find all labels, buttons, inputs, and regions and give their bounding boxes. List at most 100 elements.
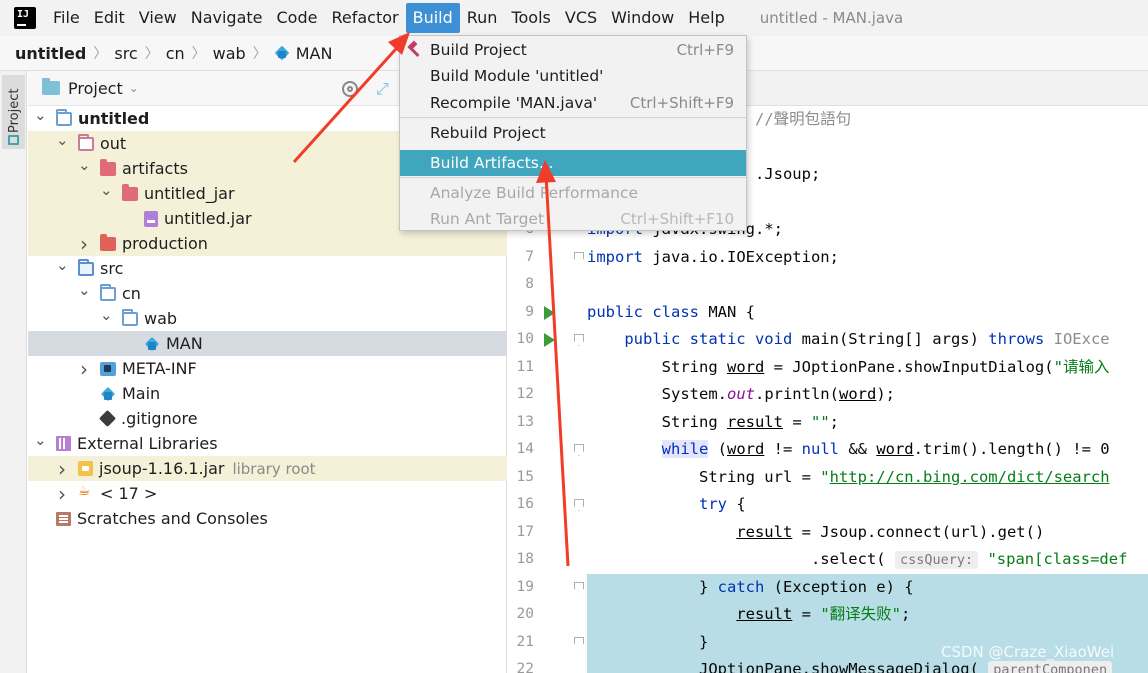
menu-window[interactable]: Window bbox=[604, 3, 681, 33]
tree-row[interactable]: ⌄ External Libraries bbox=[28, 431, 507, 456]
code-line[interactable]: 17 result = Jsoup.connect(url).get() bbox=[508, 519, 1148, 547]
code-text: try { bbox=[698, 495, 746, 513]
menu-file[interactable]: File bbox=[46, 3, 87, 33]
code-line[interactable]: 15 String url = "http://cn.bing.com/dict… bbox=[508, 464, 1148, 492]
code-line[interactable]: 10 public static void main(String[] args… bbox=[508, 326, 1148, 354]
code-line[interactable]: 13 String result = ""; bbox=[508, 409, 1148, 437]
java-class-icon bbox=[274, 45, 290, 61]
menu-run[interactable]: Run bbox=[460, 3, 505, 33]
menu-refactor[interactable]: Refactor bbox=[324, 3, 405, 33]
menu-item-run-ant-target[interactable]: Run Ant Target Ctrl+Shift+F10 bbox=[400, 206, 746, 232]
fold-marker-icon[interactable] bbox=[574, 334, 584, 346]
fold-marker-icon[interactable] bbox=[574, 499, 584, 511]
chevron-right-icon[interactable]: › bbox=[78, 232, 90, 256]
code-line[interactable]: 20 result = "翻译失败"; bbox=[508, 601, 1148, 629]
project-view-selector[interactable]: Project bbox=[68, 79, 123, 98]
tree-row[interactable]: ⌄ wab bbox=[28, 306, 507, 331]
code-line[interactable]: 18 .select( cssQuery: "span[class=def bbox=[508, 546, 1148, 574]
menu-item-label: Run Ant Target bbox=[430, 210, 545, 228]
chevron-down-icon[interactable]: ⌄ bbox=[78, 281, 91, 299]
folder-icon bbox=[42, 78, 60, 95]
run-gutter-icon[interactable] bbox=[544, 305, 555, 320]
menu-item-analyze-build-performance[interactable]: Analyze Build Performance bbox=[400, 180, 746, 206]
code-line[interactable]: 7 import java.io.IOException; bbox=[508, 244, 1148, 272]
menu-item-label: Recompile 'MAN.java' bbox=[430, 94, 598, 112]
tree-label: src bbox=[100, 259, 124, 278]
tree-row[interactable]: › production bbox=[28, 231, 507, 256]
chevron-down-icon[interactable]: ⌄ bbox=[129, 81, 139, 95]
menu-separator bbox=[400, 177, 746, 178]
chevron-down-icon[interactable]: ⌄ bbox=[34, 106, 47, 124]
line-number: 14 bbox=[516, 441, 534, 457]
tree-label: untitled_jar bbox=[144, 184, 235, 203]
tree-label: Main bbox=[122, 384, 161, 403]
chevron-down-icon[interactable]: ⌄ bbox=[34, 431, 47, 449]
folder-blue-icon bbox=[122, 308, 138, 326]
tree-row[interactable]: MAN bbox=[28, 331, 507, 356]
code-text: result = "翻译失败"; bbox=[587, 601, 1148, 629]
fold-marker-icon[interactable] bbox=[574, 581, 584, 594]
menu-vcs[interactable]: VCS bbox=[558, 3, 604, 33]
chevron-down-icon[interactable]: ⌄ bbox=[100, 306, 113, 324]
tree-row[interactable]: › META-INF bbox=[28, 356, 507, 381]
menu-separator bbox=[400, 117, 746, 118]
chevron-right-icon[interactable]: › bbox=[78, 357, 90, 381]
menu-item-build-project[interactable]: Build Project Ctrl+F9 bbox=[400, 37, 746, 63]
code-line[interactable]: 16 try { bbox=[508, 491, 1148, 519]
menu-help[interactable]: Help bbox=[681, 3, 731, 33]
breadcrumb-separator: 〉 bbox=[144, 46, 159, 62]
menu-view[interactable]: View bbox=[132, 3, 184, 33]
tree-row[interactable]: Scratches and Consoles bbox=[28, 506, 507, 531]
menu-item-build-module-untitled[interactable]: Build Module 'untitled' bbox=[400, 63, 746, 89]
tree-sublabel: library root bbox=[232, 459, 316, 478]
tree-row[interactable]: › jsoup-1.16.1.jar library root bbox=[28, 456, 507, 481]
folder-red-icon bbox=[100, 158, 116, 176]
menu-build[interactable]: Build bbox=[405, 3, 460, 33]
code-line[interactable]: 11 String word = JOptionPane.showInputDi… bbox=[508, 354, 1148, 382]
watermark: CSDN @Craze_XiaoWei bbox=[941, 643, 1115, 661]
code-line[interactable]: 8 bbox=[508, 271, 1148, 299]
menu-tools[interactable]: Tools bbox=[504, 3, 557, 33]
tree-label: jsoup-1.16.1.jar bbox=[99, 459, 225, 478]
breadcrumb-class[interactable]: MAN bbox=[296, 44, 333, 63]
code-line[interactable]: 12 System.out.println(word); bbox=[508, 381, 1148, 409]
breadcrumb-wab[interactable]: wab bbox=[213, 44, 246, 63]
line-number: 16 bbox=[516, 496, 534, 512]
tree-row[interactable]: ⌄ src bbox=[28, 256, 507, 281]
menu-items: File Edit View Navigate Code Refactor Build Run… bbox=[46, 3, 732, 33]
menu-code[interactable]: Code bbox=[270, 3, 325, 33]
code-line[interactable]: 9 public class MAN { bbox=[508, 299, 1148, 327]
chevron-down-icon[interactable]: ⌄ bbox=[100, 181, 113, 199]
breadcrumb-project[interactable]: untitled bbox=[15, 44, 86, 63]
jar-icon bbox=[144, 210, 158, 227]
breadcrumb-cn[interactable]: cn bbox=[166, 44, 185, 63]
expand-all-icon[interactable]: ⤢ bbox=[376, 79, 389, 99]
tree-row[interactable]: .gitignore bbox=[28, 406, 507, 431]
menu-item-rebuild-project[interactable]: Rebuild Project bbox=[400, 120, 746, 146]
code-line[interactable]: 19 } catch (Exception e) { bbox=[508, 573, 1148, 601]
line-number: 10 bbox=[516, 331, 534, 347]
fold-marker-icon[interactable] bbox=[574, 251, 584, 264]
project-tool-window-button[interactable]: Project bbox=[2, 75, 25, 149]
menu-navigate[interactable]: Navigate bbox=[184, 3, 270, 33]
chevron-right-icon[interactable]: › bbox=[56, 457, 68, 481]
fold-marker-icon[interactable] bbox=[574, 444, 584, 456]
run-gutter-icon[interactable] bbox=[544, 333, 555, 347]
chevron-down-icon[interactable]: ⌄ bbox=[78, 156, 91, 174]
code-line[interactable]: 14 while (word != null && word.trim().le… bbox=[508, 436, 1148, 464]
breadcrumb-separator: 〉 bbox=[252, 46, 267, 62]
fold-marker-icon[interactable] bbox=[574, 636, 584, 649]
menu-edit[interactable]: Edit bbox=[87, 3, 132, 33]
menu-item-build-artifacts[interactable]: Build Artifacts... bbox=[400, 150, 746, 176]
folder-src-icon bbox=[78, 258, 94, 276]
chevron-down-icon[interactable]: ⌄ bbox=[56, 256, 69, 274]
chevron-down-icon[interactable]: ⌄ bbox=[56, 131, 69, 149]
code-text: } catch (Exception e) { bbox=[587, 573, 1148, 601]
select-opened-file-icon[interactable] bbox=[342, 81, 358, 97]
tree-row[interactable]: › < 17 > bbox=[28, 481, 507, 506]
tree-row[interactable]: ⌄ cn bbox=[28, 281, 507, 306]
menu-item-recompile-man-java[interactable]: Recompile 'MAN.java' Ctrl+Shift+F9 bbox=[400, 90, 746, 116]
tree-row[interactable]: Main bbox=[28, 381, 507, 406]
chevron-right-icon[interactable]: › bbox=[56, 482, 68, 506]
breadcrumb-src[interactable]: src bbox=[114, 44, 137, 63]
